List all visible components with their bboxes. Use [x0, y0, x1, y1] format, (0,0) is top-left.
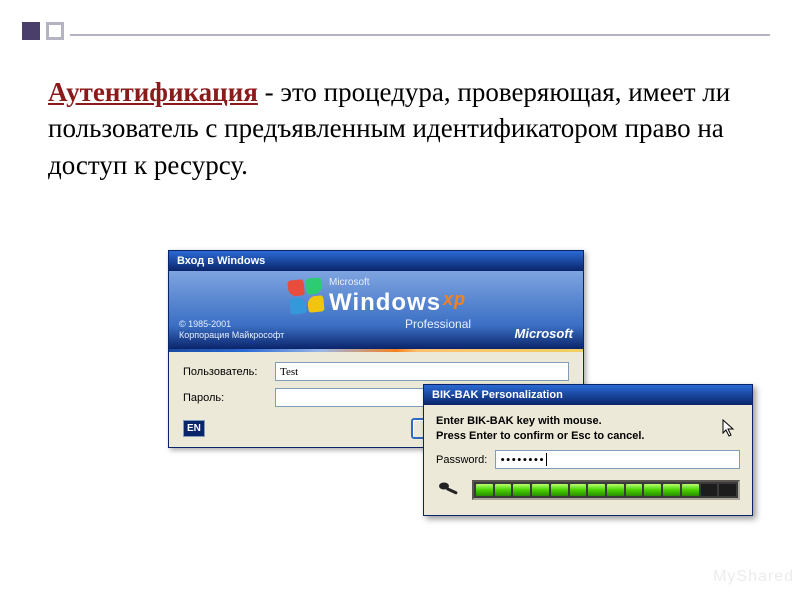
meter-segment	[719, 484, 736, 496]
xp-wordmark: Windowsxp	[329, 289, 466, 317]
meter-segment	[476, 484, 493, 496]
meter-segment	[663, 484, 680, 496]
language-indicator[interactable]: EN	[183, 420, 205, 437]
xp-pass-label: Пароль:	[183, 392, 275, 404]
meter-segment	[701, 484, 718, 496]
deco-square-outline	[46, 22, 64, 40]
deco-square-filled	[22, 22, 40, 40]
xp-titlebar-text: Вход в Windows	[177, 255, 265, 267]
key-strength-meter	[472, 480, 740, 500]
xp-titlebar[interactable]: Вход в Windows	[169, 251, 583, 271]
meter-segment	[682, 484, 699, 496]
microphone-icon	[436, 479, 462, 501]
text-caret	[546, 453, 547, 466]
meter-segment	[607, 484, 624, 496]
meter-segment	[551, 484, 568, 496]
meter-segment	[495, 484, 512, 496]
bikbak-titlebar-text: BIK-BAK Personalization	[432, 389, 563, 401]
watermark: MyShared	[713, 568, 794, 586]
windows-flag-icon	[287, 277, 324, 314]
xp-edition: Professional	[405, 317, 471, 331]
meter-segment	[513, 484, 530, 496]
xp-microsoft-logo: Microsoft	[515, 326, 574, 341]
bikbak-pass-input[interactable]: ••••••••	[495, 450, 740, 469]
slide-bullet-decoration	[22, 22, 64, 40]
meter-segment	[532, 484, 549, 496]
xp-user-input[interactable]	[275, 362, 569, 381]
xp-copyright: © 1985-2001 Корпорация Майкрософт	[179, 319, 284, 341]
cursor-icon	[722, 419, 738, 439]
bikbak-instruction-2: Press Enter to confirm or Esc to cancel.	[436, 430, 740, 442]
meter-segment	[644, 484, 661, 496]
bikbak-instruction-1: Enter BIK-BAK key with mouse.	[436, 415, 740, 427]
xp-banner: Microsoft Windowsxp Professional © 1985-…	[169, 271, 583, 349]
bikbak-titlebar[interactable]: BIK-BAK Personalization	[424, 385, 752, 405]
meter-segment	[626, 484, 643, 496]
meter-segment	[588, 484, 605, 496]
xp-user-label: Пользователь:	[183, 366, 275, 378]
slide-body-text: Аутентификация - это процедура, проверяю…	[48, 74, 740, 183]
bikbak-dialog: BIK-BAK Personalization Enter BIK-BAK ke…	[423, 384, 753, 516]
screenshots-area: Вход в Windows Microsoft Windowsxp Profe…	[168, 250, 728, 570]
slide-horizontal-rule	[70, 34, 770, 36]
meter-segment	[570, 484, 587, 496]
bikbak-pass-mask: ••••••••	[500, 452, 544, 468]
bikbak-pass-label: Password:	[436, 454, 487, 466]
xp-msft-small: Microsoft	[329, 277, 370, 288]
definition-term: Аутентификация	[48, 77, 258, 107]
